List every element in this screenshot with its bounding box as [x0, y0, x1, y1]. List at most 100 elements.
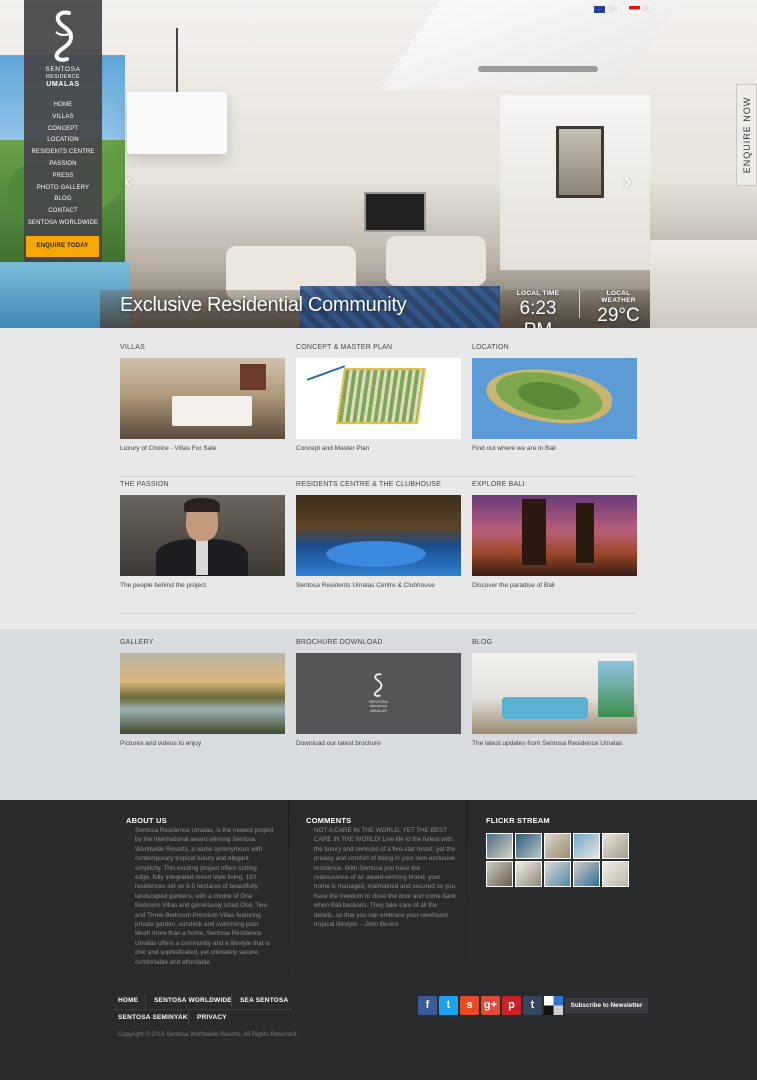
lang-en[interactable]: EN — [594, 6, 616, 13]
hero-title: Exclusive Residential Community — [120, 294, 407, 316]
pinterest-icon[interactable]: p — [502, 996, 521, 1015]
sentosa-logo-icon — [373, 673, 383, 697]
card-caption: The people behind the project — [120, 582, 207, 589]
flickr-thumb[interactable] — [573, 833, 600, 859]
footer-link-sentosa-seminyak[interactable]: SENTOSA SEMINYAK — [118, 1014, 188, 1021]
footer-column-divider — [288, 800, 289, 990]
comments-text-block: NOT A CARE IN THE WORLD, YET THE BEST CA… — [306, 826, 456, 929]
local-weather: LOCAL WEATHER 29°C — [591, 290, 646, 327]
twitter-icon[interactable]: t — [439, 996, 458, 1015]
flickr-thumb[interactable] — [544, 833, 571, 859]
nav-item-home[interactable]: HOME — [24, 100, 102, 112]
nav-item-photo-gallery[interactable]: PHOTO GALLERY — [24, 183, 102, 195]
card-caption: Concept and Master Plan — [296, 445, 370, 452]
local-time-value: 6:23 PM — [519, 298, 557, 328]
flickr-thumb[interactable] — [573, 861, 600, 887]
card-explore-bali[interactable]: EXPLORE BALI Discover the paradise of Ba… — [472, 481, 637, 589]
weather-divider — [579, 290, 580, 318]
hero-lamp-cord — [176, 28, 178, 92]
enquire-now-tab[interactable]: ENQUIRE NOW — [736, 84, 757, 186]
card-image-rice-fields[interactable] — [120, 653, 285, 734]
card-image-portrait[interactable] — [120, 495, 285, 576]
lang-en-label: EN — [608, 6, 617, 13]
card-caption: Pictures and videos to enjoy — [120, 740, 202, 747]
nav-item-sentosa-worldwide[interactable]: SENTOSA WORLDWIDE — [24, 218, 102, 230]
master-plan-plots — [336, 368, 426, 424]
delicious-glyph — [544, 996, 563, 1015]
hero-ceiling-fan — [478, 66, 598, 72]
card-passion[interactable]: THE PASSION The people behind the projec… — [120, 481, 285, 589]
nav-item-blog[interactable]: BLOG — [24, 194, 102, 206]
card-title[interactable]: EXPLORE BALI — [472, 481, 637, 493]
chevron-right-icon[interactable]: › — [624, 168, 636, 194]
subscribe-newsletter-button[interactable]: Subscribe to Newsletter — [565, 998, 648, 1013]
lang-id-label: ID — [643, 6, 649, 13]
nav-item-location[interactable]: LOCATION — [24, 135, 102, 147]
footer-column-divider — [466, 800, 467, 990]
nav-item-passion[interactable]: PASSION — [24, 159, 102, 171]
brand-line1: SENTOSA — [45, 66, 81, 73]
delicious-icon[interactable] — [544, 996, 563, 1015]
lang-id[interactable]: ID — [629, 6, 649, 13]
nav-item-concept[interactable]: CONCEPT — [24, 124, 102, 136]
comments-author: John Bevins — [364, 921, 399, 929]
hero-banner: ‹ › Exclusive Residential Community LOCA… — [0, 0, 757, 328]
card-image-living-room[interactable] — [472, 653, 637, 734]
footer-link-sentosa-worldwide[interactable]: SENTOSA WORLDWIDE — [154, 997, 232, 1004]
comments: COMMENTS NOT A CARE IN THE WORLD, YET TH… — [306, 816, 456, 929]
flickr-thumb[interactable] — [544, 861, 571, 887]
hero-lamp — [127, 92, 227, 154]
hero-sofa — [386, 236, 486, 286]
nav-item-contact[interactable]: CONTACT — [24, 206, 102, 218]
stumbleupon-icon[interactable]: s — [460, 996, 479, 1015]
flickr-thumb[interactable] — [515, 833, 542, 859]
card-brochure[interactable]: BROCHURE DOWNLOAD SENTOSA RESIDENCE UMAL… — [296, 639, 461, 747]
card-image-bali-temple[interactable] — [472, 495, 637, 576]
card-title[interactable]: THE PASSION — [120, 481, 285, 493]
local-time: LOCAL TIME 6:23 PM — [506, 290, 570, 328]
card-title[interactable]: CONCEPT & MASTER PLAN — [296, 344, 461, 356]
local-weather-value: 29°C — [597, 305, 640, 326]
card-villas[interactable]: VILLAS Luxury of Choice - Villas For Sal… — [120, 344, 285, 452]
card-location[interactable]: LOCATION Find out where we are in Bali — [472, 344, 637, 452]
footer-link-separator — [145, 994, 146, 1007]
card-concept[interactable]: CONCEPT & MASTER PLAN Concept and Master… — [296, 344, 461, 452]
card-title[interactable]: LOCATION — [472, 344, 637, 356]
flickr-thumb[interactable] — [486, 861, 513, 887]
card-title[interactable]: RESIDENTS CENTRE & THE CLUBHOUSE — [296, 481, 461, 493]
comments-text: NOT A CARE IN THE WORLD, YET THE BEST CA… — [314, 827, 456, 929]
brand-name: SENTOSA RESIDENCE UMALAS — [24, 66, 102, 88]
card-image-bali-map[interactable] — [472, 358, 637, 439]
card-residents-centre[interactable]: RESIDENTS CENTRE & THE CLUBHOUSE Sentosa… — [296, 481, 461, 589]
card-title[interactable]: BROCHURE DOWNLOAD — [296, 639, 461, 651]
nav-item-press[interactable]: PRESS — [24, 171, 102, 183]
footer-link-privacy[interactable]: PRIVACY — [197, 1014, 227, 1021]
card-image-brochure[interactable]: SENTOSA RESIDENCE UMALAS — [296, 653, 461, 734]
enquire-today-button[interactable]: ENQUIRE TODAY — [26, 236, 99, 257]
flickr-thumb[interactable] — [602, 833, 629, 859]
footer-link-sea-sentosa[interactable]: SEA SENTOSA — [240, 997, 288, 1004]
card-image-villas[interactable] — [120, 358, 285, 439]
flickr-thumb[interactable] — [602, 861, 629, 887]
footer-link-separator — [231, 994, 232, 1007]
about-us-text: Sentosa Residence Umalas, is the newest … — [135, 827, 274, 966]
card-blog[interactable]: BLOG The latest updates from Sentosa Res… — [472, 639, 637, 747]
card-image-master-plan[interactable] — [296, 358, 461, 439]
hero-ceiling — [380, 0, 680, 90]
flickr-thumb[interactable] — [486, 833, 513, 859]
card-title[interactable]: BLOG — [472, 639, 637, 651]
sentosa-logo-icon[interactable] — [51, 10, 76, 62]
nav-item-villas[interactable]: VILLAS — [24, 112, 102, 124]
footer-link-home[interactable]: HOME — [118, 997, 138, 1004]
chevron-left-icon[interactable]: ‹ — [124, 168, 136, 194]
nav-item-residents-centre[interactable]: RESIDENTS CENTRE — [24, 147, 102, 159]
card-title[interactable]: GALLERY — [120, 639, 285, 651]
card-gallery[interactable]: GALLERY Pictures and videos to enjoy — [120, 639, 285, 747]
card-title[interactable]: VILLAS — [120, 344, 285, 356]
facebook-icon[interactable]: f — [418, 996, 437, 1015]
flickr-thumb[interactable] — [515, 861, 542, 887]
card-image-clubhouse-pool[interactable] — [296, 495, 461, 576]
card-caption: Download our latest brochure — [296, 740, 381, 747]
tumblr-icon[interactable]: t — [523, 996, 542, 1015]
google-plus-icon[interactable]: g+ — [481, 996, 500, 1015]
